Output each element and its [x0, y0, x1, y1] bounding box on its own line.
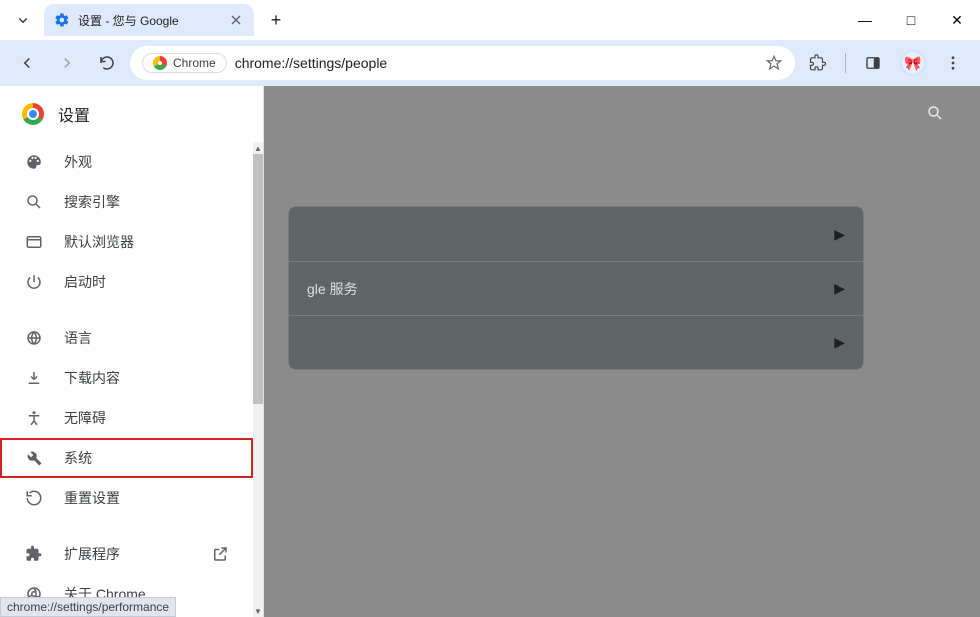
sidebar-list: 外观 搜索引擎 默认浏览器 启动时 语言 — [0, 142, 253, 617]
puzzle-icon — [809, 54, 827, 72]
profile-button[interactable]: 🎀 — [896, 46, 930, 80]
sidebar-item-languages[interactable]: 语言 — [0, 318, 253, 358]
sidebar-item-label: 搜索引擎 — [64, 192, 120, 212]
side-panel-button[interactable] — [856, 46, 890, 80]
browser-window: 设置 - 您与 Google + — □ ✕ Chrome chrome://s… — [0, 0, 980, 617]
url-text: chrome://settings/people — [235, 55, 757, 71]
sidebar-item-label: 默认浏览器 — [64, 232, 134, 252]
download-icon — [24, 368, 44, 388]
star-icon[interactable] — [765, 54, 783, 72]
sidebar-item-label: 外观 — [64, 152, 92, 172]
tab-close-button[interactable] — [228, 12, 244, 28]
dimmed-overlay: ▶ gle 服务 ▶ ▶ — [264, 86, 980, 617]
reload-button[interactable] — [90, 46, 124, 80]
status-bar: chrome://settings/performance — [0, 597, 176, 617]
accessibility-icon — [24, 408, 44, 428]
sidebar-item-extensions[interactable]: 扩展程序 — [0, 534, 253, 574]
sidebar-item-system[interactable]: 系统 — [0, 438, 253, 478]
reload-icon — [98, 54, 116, 72]
tab-active[interactable]: 设置 - 您与 Google — [44, 4, 254, 36]
menu-button[interactable] — [936, 46, 970, 80]
omnibox[interactable]: Chrome chrome://settings/people — [130, 46, 795, 80]
open-in-new-icon — [211, 545, 229, 563]
tab-title: 设置 - 您与 Google — [78, 12, 179, 29]
scroll-up-icon[interactable]: ▲ — [253, 142, 263, 154]
sidebar-item-label: 启动时 — [64, 272, 106, 292]
power-icon — [24, 272, 44, 292]
sidebar-item-downloads[interactable]: 下载内容 — [0, 358, 253, 398]
site-chip-label: Chrome — [173, 56, 216, 70]
dots-vertical-icon — [944, 54, 962, 72]
sidebar-item-label: 重置设置 — [64, 488, 120, 508]
chevron-down-icon — [14, 11, 32, 29]
close-icon — [228, 11, 244, 29]
sidebar-item-search-engine[interactable]: 搜索引擎 — [0, 182, 253, 222]
separator — [845, 53, 846, 73]
sidebar-item-accessibility[interactable]: 无障碍 — [0, 398, 253, 438]
back-button[interactable] — [10, 46, 44, 80]
chrome-logo-icon — [153, 56, 167, 70]
scroll-down-icon[interactable]: ▼ — [253, 605, 263, 617]
sidebar-item-appearance[interactable]: 外观 — [0, 142, 253, 182]
card-row[interactable]: ▶ — [289, 207, 863, 261]
arrow-left-icon — [18, 54, 36, 72]
chevron-right-icon: ▶ — [834, 334, 845, 351]
chevron-right-icon: ▶ — [834, 226, 845, 243]
card-row-label: gle 服务 — [307, 279, 358, 299]
settings-sidebar: 设置 外观 搜索引擎 默认浏览器 启动时 — [0, 86, 264, 617]
window-close-button[interactable]: ✕ — [934, 0, 980, 40]
chevron-right-icon: ▶ — [834, 280, 845, 297]
chrome-logo-icon — [22, 103, 44, 125]
sidebar-item-label: 下载内容 — [64, 368, 120, 388]
search-icon — [24, 192, 44, 212]
sidebar-item-label: 扩展程序 — [64, 544, 120, 564]
sidebar-item-on-startup[interactable]: 启动时 — [0, 262, 253, 302]
gear-icon — [54, 12, 70, 28]
palette-icon — [24, 152, 44, 172]
site-chip[interactable]: Chrome — [142, 53, 227, 73]
minimize-button[interactable]: — — [842, 0, 888, 40]
content-area: ▶ gle 服务 ▶ ▶ 设置 外观 — [0, 86, 980, 617]
globe-icon — [24, 328, 44, 348]
forward-button[interactable] — [50, 46, 84, 80]
toolbar: Chrome chrome://settings/people 🎀 — [0, 40, 980, 86]
avatar-icon: 🎀 — [900, 50, 926, 76]
maximize-button[interactable]: □ — [888, 0, 934, 40]
sidebar-item-label: 无障碍 — [64, 408, 106, 428]
card-row[interactable]: ▶ — [289, 315, 863, 369]
sidebar-scrollbar[interactable]: ▲ ▼ — [253, 142, 263, 617]
card-row-services[interactable]: gle 服务 ▶ — [289, 261, 863, 315]
arrow-right-icon — [58, 54, 76, 72]
sidebar-item-reset[interactable]: 重置设置 — [0, 478, 253, 518]
panel-icon — [864, 54, 882, 72]
sidebar-item-label: 语言 — [64, 328, 92, 348]
tab-strip: 设置 - 您与 Google + — [0, 0, 980, 40]
tab-search-button[interactable] — [10, 7, 36, 33]
new-tab-button[interactable]: + — [262, 6, 290, 34]
window-controls: — □ ✕ — [842, 0, 980, 40]
wrench-icon — [24, 448, 44, 468]
sidebar-item-label: 系统 — [64, 448, 92, 468]
scrollbar-thumb[interactable] — [253, 154, 263, 404]
extension-icon — [24, 544, 44, 564]
restore-icon — [24, 488, 44, 508]
sidebar-title: 设置 — [58, 102, 90, 126]
sidebar-header: 设置 — [0, 86, 263, 142]
browser-icon — [24, 232, 44, 252]
search-icon[interactable] — [926, 104, 944, 122]
settings-card: ▶ gle 服务 ▶ ▶ — [288, 206, 864, 370]
sidebar-item-default-browser[interactable]: 默认浏览器 — [0, 222, 253, 262]
extensions-button[interactable] — [801, 46, 835, 80]
status-url: chrome://settings/performance — [7, 600, 169, 614]
